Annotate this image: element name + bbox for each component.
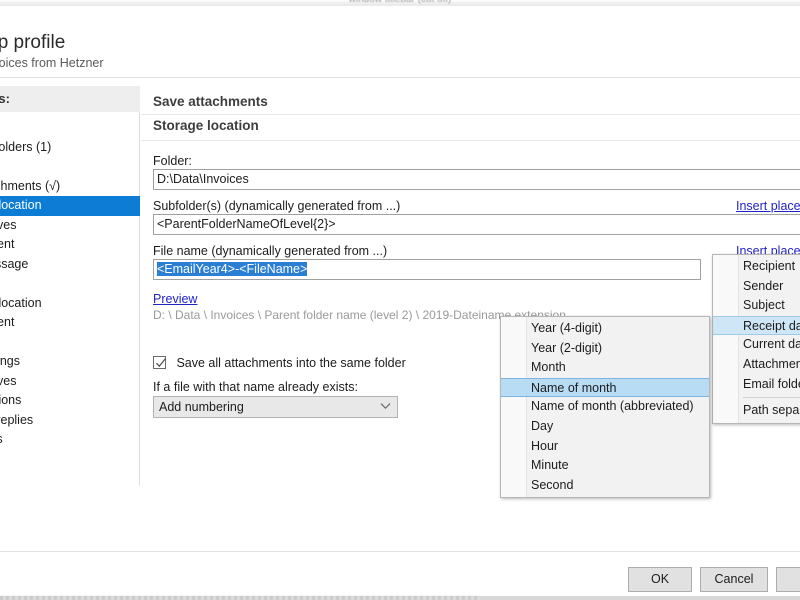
submenu-item[interactable]: Month	[501, 358, 709, 378]
cancel-button[interactable]: Cancel	[700, 567, 768, 592]
submenu-item[interactable]: Year (2-digit)	[501, 339, 709, 359]
menu-item[interactable]: Sender	[713, 277, 800, 297]
sidebar-item-label: bsequent	[0, 315, 14, 329]
submenu-item[interactable]: Hour	[501, 437, 709, 457]
submenu-item[interactable]: Second	[501, 476, 709, 496]
sidebar-item[interactable]: bsequent	[0, 235, 140, 255]
submenu-item[interactable]: Year (4-digit)	[501, 319, 709, 339]
submenu-item[interactable]: Minute	[501, 456, 709, 476]
sidebar-item[interactable]: (1)	[0, 157, 140, 177]
section-divider-2	[141, 140, 800, 141]
chevron-down-icon[interactable]	[380, 397, 391, 418]
submenu-item[interactable]: Day	[501, 417, 709, 437]
sidebar-item-label: operations	[0, 393, 21, 407]
file-exists-label: If a file with that name already exists:	[153, 380, 358, 394]
checkmark-icon[interactable]	[153, 356, 166, 369]
submenu-item[interactable]: Name of month	[501, 378, 709, 398]
sidebar-item-label: tored folders (1)	[0, 140, 51, 154]
apply-button[interactable]: A	[776, 567, 800, 592]
sidebar-item-label: cations	[0, 432, 3, 446]
menu-separator	[743, 397, 800, 398]
sidebar-item[interactable]: / archives	[0, 372, 140, 392]
sidebar-item[interactable]: nt	[0, 333, 140, 353]
sidebar-item[interactable]: / archives	[0, 216, 140, 236]
submenu-item[interactable]: Name of month (abbreviated)	[501, 397, 709, 417]
sidebar-item[interactable]: re message	[0, 255, 140, 275]
dialog-header: ttings et up profile ve invoices from He…	[0, 6, 800, 78]
window-bottom-edge	[0, 596, 800, 600]
sidebar-heading: ettings:	[0, 86, 140, 112]
sidebar-item-label: e attachments (√)	[0, 179, 60, 193]
folder-label: Folder:	[153, 154, 192, 168]
sidebar-item-label: bsequent	[0, 237, 14, 251]
sidebar-item[interactable]: orage location	[0, 294, 140, 314]
sidebar-item[interactable]: cations	[0, 430, 140, 450]
sidebar-item[interactable]: e attachments (√)	[0, 177, 140, 197]
sidebar-item-label: re message	[0, 257, 28, 271]
sidebar-item[interactable]: e type	[0, 274, 140, 294]
taskbar-ghost	[0, 596, 480, 600]
filename-input-value: <EmailYear4>-<FileName>	[157, 262, 307, 276]
preview-link[interactable]: Preview	[153, 292, 197, 306]
dialog-footer: OK Cancel A	[0, 552, 800, 600]
sidebar-item-label: orage location	[0, 198, 42, 212]
sidebar-item[interactable]: operations	[0, 391, 140, 411]
menu-item[interactable]: Path separato	[713, 401, 800, 421]
sidebar-item-label: nt settings	[0, 354, 20, 368]
sidebar-item-label: orage location	[0, 296, 42, 310]
ok-button[interactable]: OK	[628, 567, 692, 592]
sidebar-item[interactable]: tored folders (1)	[0, 138, 140, 158]
subsection-title-storage-location: Storage location	[153, 118, 259, 133]
subfolder-input[interactable]: <ParentFolderNameOfLevel{2}>	[153, 214, 800, 235]
section-title-save-attachments: Save attachments	[153, 94, 268, 109]
menu-item[interactable]: Attachment n	[713, 355, 800, 375]
settings-sidebar: ettings: al tored folders (1) (1) e attachm…	[0, 86, 140, 486]
menu-item[interactable]: Recipient	[713, 257, 800, 277]
sidebar-item[interactable]: al	[0, 118, 140, 138]
page-title: et up profile	[0, 32, 65, 54]
sidebar-item[interactable]: matic replies	[0, 411, 140, 431]
same-folder-checkbox-row[interactable]: Save all attachments into the same folde…	[153, 354, 406, 372]
sidebar-item-label: / archives	[0, 374, 17, 388]
sidebar-item[interactable]: bsequent	[0, 313, 140, 333]
menu-item[interactable]: Email folder n	[713, 375, 800, 395]
sidebar-item-label: matic replies	[0, 413, 33, 427]
receipt-date-submenu[interactable]: Year (4-digit)Year (2-digit)MonthName of…	[500, 316, 710, 498]
folder-input-value: D:\Data\Invoices	[157, 172, 249, 186]
same-folder-checkbox-label: Save all attachments into the same folde…	[176, 356, 405, 370]
subfolder-insert-placeholder-link[interactable]: Insert placeh	[736, 199, 800, 213]
menu-item[interactable]: Receipt date	[713, 316, 800, 336]
sidebar-heading-label: ettings:	[0, 91, 10, 106]
file-exists-select-value: Add numbering	[159, 400, 244, 414]
window-title-ghost: window titlebar (cut off)	[0, 0, 800, 5]
menu-item[interactable]: Subject	[713, 296, 800, 316]
insert-placeholder-menu[interactable]: RecipientSenderSubjectReceipt dateCurren…	[712, 254, 800, 424]
folder-input[interactable]: D:\Data\Invoices	[153, 169, 800, 190]
sidebar-item-label: / archives	[0, 218, 17, 232]
application-window: window titlebar (cut off) ttings et up p…	[0, 0, 800, 600]
filename-label: File name (dynamically generated from ..…	[153, 244, 387, 258]
sidebar-item-list: al tored folders (1) (1) e attachments (√) o…	[0, 118, 140, 450]
subfolder-label: Subfolder(s) (dynamically generated from…	[153, 199, 400, 213]
file-exists-select[interactable]: Add numbering	[153, 396, 398, 418]
menu-item[interactable]: Current date	[713, 335, 800, 355]
sidebar-item[interactable]: nt settings	[0, 352, 140, 372]
page-subtitle: ve invoices from Hetzner	[0, 56, 104, 70]
section-divider-1	[141, 114, 800, 115]
subfolder-input-value: <ParentFolderNameOfLevel{2}>	[157, 217, 336, 231]
filename-input[interactable]: <EmailYear4>-<FileName>	[153, 259, 701, 280]
sidebar-item[interactable]: orage location	[0, 196, 140, 216]
